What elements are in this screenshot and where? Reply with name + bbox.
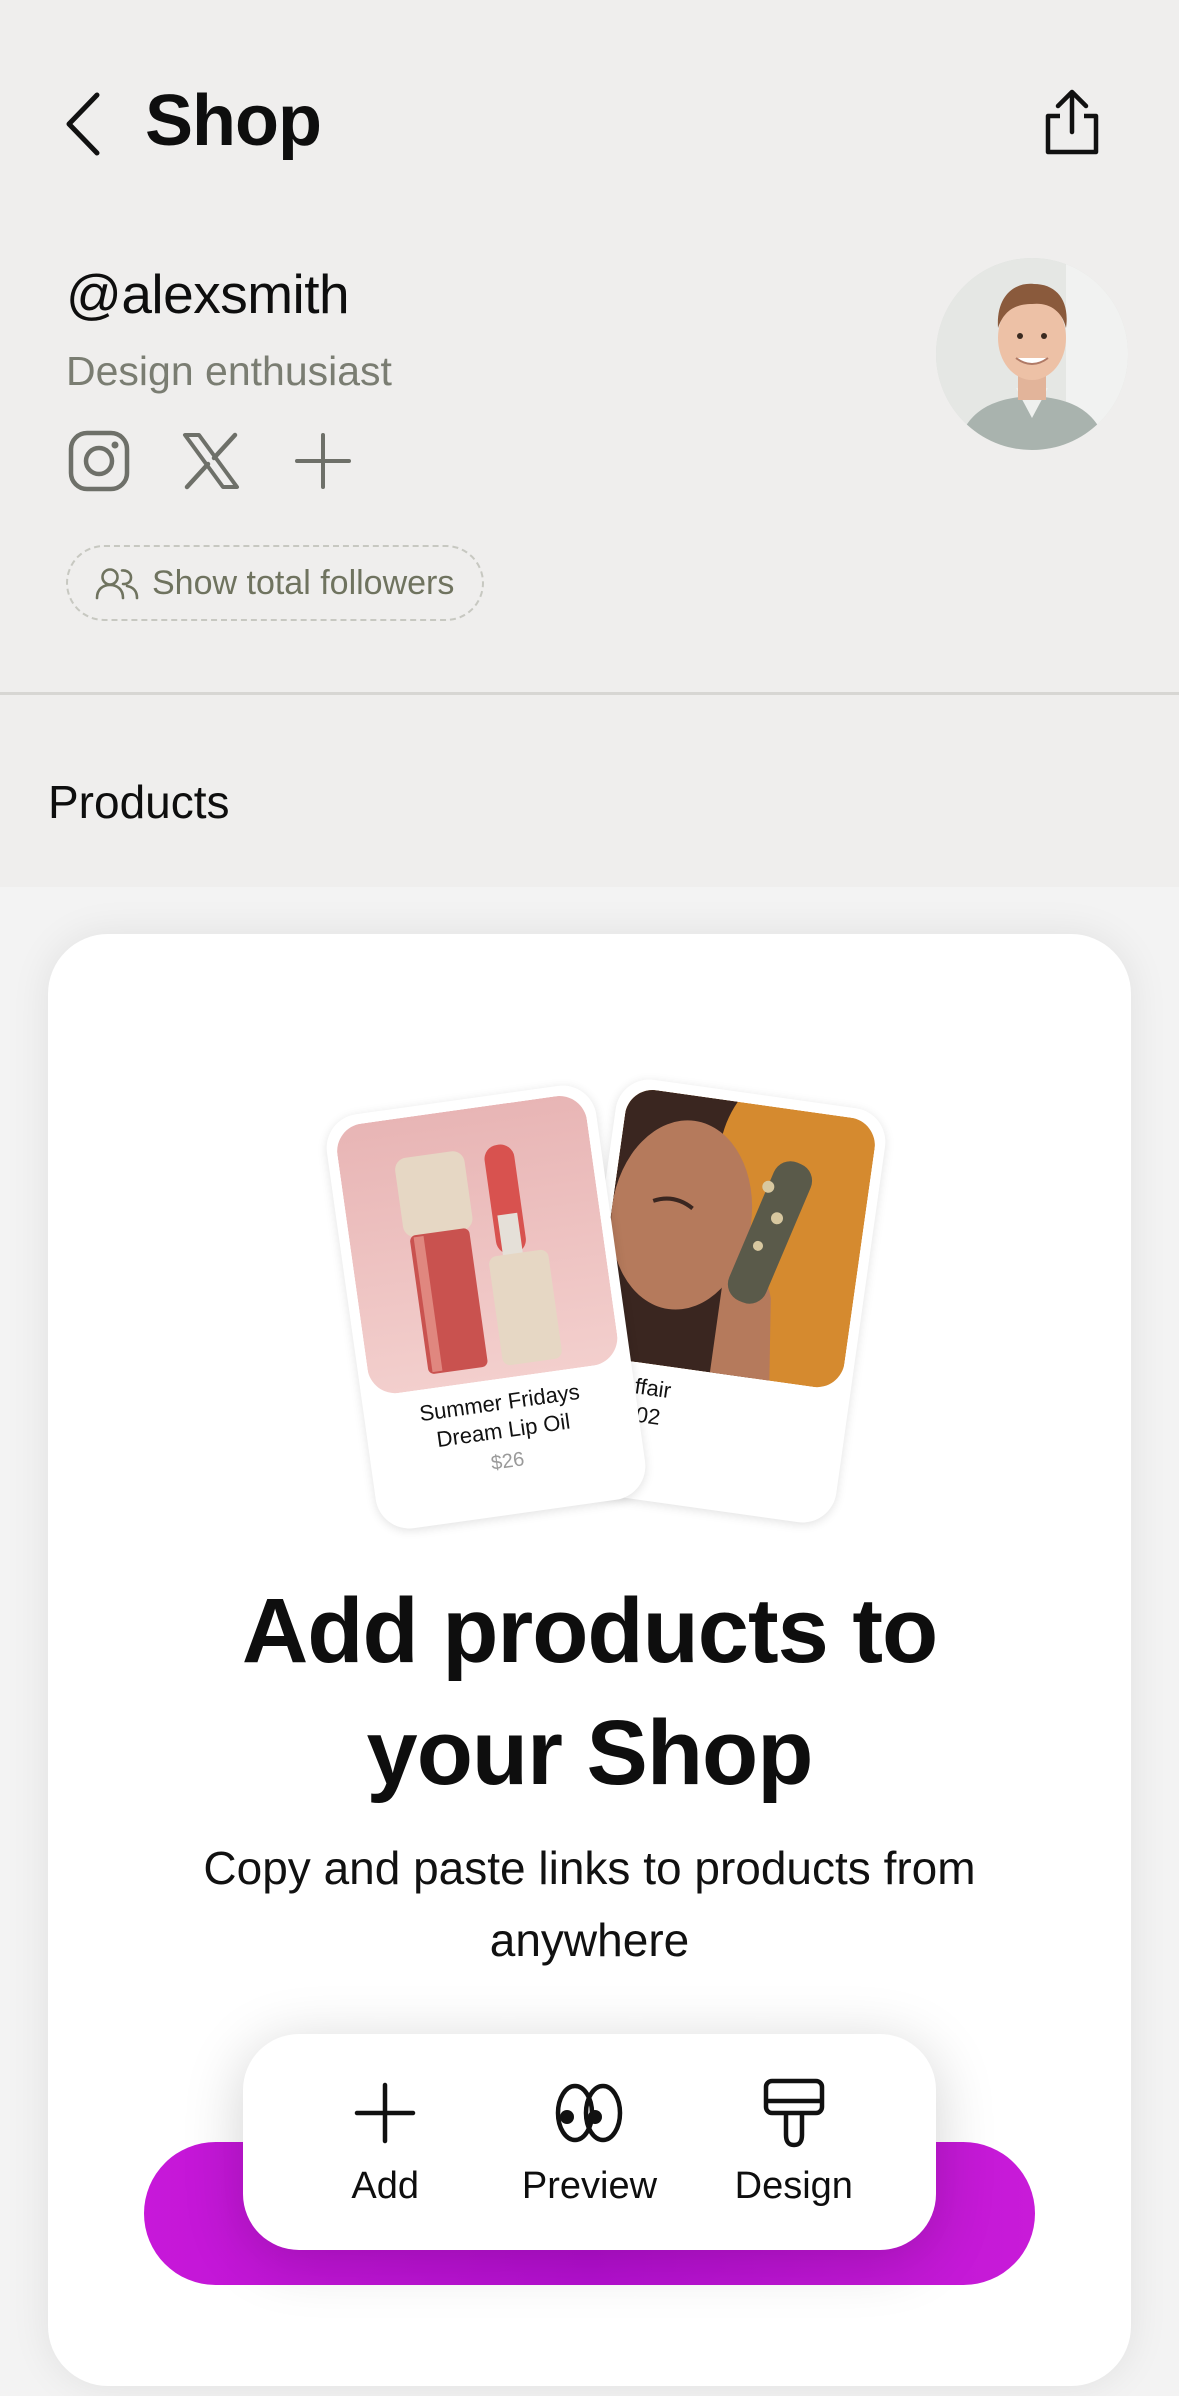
plus-icon — [354, 2082, 416, 2143]
preview-label: Preview — [521, 2164, 658, 2207]
eyes-icon — [556, 2083, 623, 2142]
instagram-link[interactable] — [66, 428, 132, 494]
design-label: Design — [734, 2164, 853, 2207]
share-button[interactable] — [1032, 82, 1112, 162]
chevron-left-icon — [66, 92, 100, 156]
product-preview-card-1: Summer Fridays Dream Lip Oil $26 — [322, 1081, 650, 1533]
paint-brush-icon — [763, 2078, 825, 2147]
empty-state-heading: Add products to your Shop — [0, 1570, 1179, 1814]
design-button[interactable]: Design — [699, 2077, 889, 2208]
x-icon — [183, 432, 239, 490]
instagram-icon — [68, 430, 130, 492]
floating-toolbar: Add Preview Design — [243, 2034, 936, 2250]
share-icon — [1045, 89, 1099, 155]
profile-bio: Design enthusiast — [66, 348, 392, 394]
divider — [0, 692, 1179, 695]
add-label: Add — [351, 2164, 419, 2207]
avatar-photo — [936, 258, 1128, 450]
social-links — [66, 428, 356, 494]
page-title: Shop — [145, 81, 322, 161]
section-title-products: Products — [48, 776, 230, 828]
heading-text: Add products to your Shop — [241, 1580, 938, 1804]
add-button[interactable]: Add — [290, 2077, 480, 2208]
x-link[interactable] — [178, 428, 244, 494]
product-image — [333, 1092, 621, 1397]
empty-state-subtitle: Copy and paste links to products from an… — [203, 1842, 976, 1966]
top-bar: Shop — [0, 0, 1179, 250]
product-image — [591, 1086, 879, 1391]
users-icon — [95, 568, 139, 600]
preview-button[interactable]: Preview — [494, 2077, 684, 2208]
profile-handle: @alexsmith — [66, 263, 350, 325]
back-button[interactable] — [58, 88, 108, 160]
plus-icon — [295, 433, 351, 489]
add-social-button[interactable] — [290, 428, 356, 494]
show-followers-button[interactable]: Show total followers — [66, 545, 485, 621]
followers-label: Show total followers — [152, 563, 455, 602]
avatar[interactable] — [936, 258, 1128, 450]
